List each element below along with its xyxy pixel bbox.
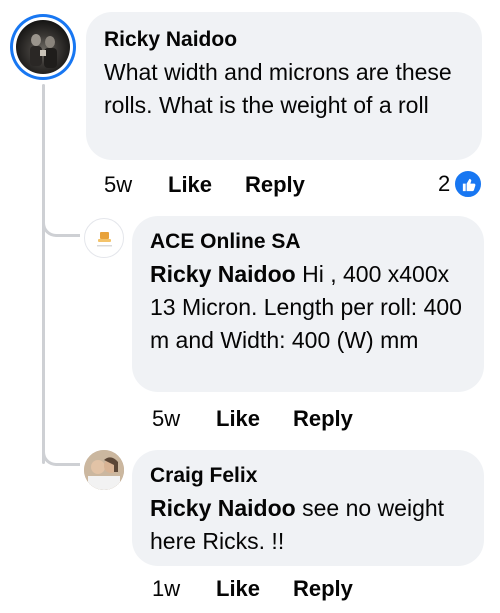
comment-author[interactable]: Ricky Naidoo (104, 26, 464, 54)
comment-bubble-2: ACE Online SA Ricky Naidoo Hi , 400 x400… (132, 216, 484, 392)
like-thumb-icon (453, 169, 484, 199)
comment-actions-1: 5w Like Reply (104, 172, 344, 200)
like-button[interactable]: Like (216, 576, 260, 602)
thread-line (42, 84, 45, 464)
thread-branch-reply-2 (42, 446, 80, 466)
comment-text: Ricky Naidoo Hi , 400 x400x 13 Micron. L… (150, 258, 466, 357)
comment-timestamp[interactable]: 1w (152, 576, 180, 602)
comment-bubble-1: Ricky Naidoo What width and microns are … (86, 12, 482, 160)
comment-text: Ricky Naidoo see no weight here Ricks. !… (150, 492, 466, 558)
comment-thread: Ricky Naidoo What width and microns are … (0, 0, 500, 613)
comment-timestamp[interactable]: 5w (104, 172, 132, 198)
comment-text: What width and microns are these rolls. … (104, 59, 452, 118)
reaction-count: 2 (438, 171, 451, 196)
avatar-ace-online-sa[interactable] (84, 218, 124, 258)
avatar-craig-felix[interactable] (84, 450, 124, 490)
mention-link[interactable]: Ricky Naidoo (150, 495, 296, 521)
comment-bubble-3: Craig Felix Ricky Naidoo see no weight h… (132, 450, 484, 566)
like-button[interactable]: Like (168, 172, 212, 198)
reply-button[interactable]: Reply (245, 172, 305, 198)
comment-actions-2: 5w Like Reply (152, 406, 392, 434)
avatar-ricky-naidoo[interactable] (10, 14, 76, 80)
comment-author[interactable]: Craig Felix (150, 462, 466, 490)
reply-button[interactable]: Reply (293, 406, 353, 432)
thread-branch-reply-1 (42, 217, 80, 237)
reply-button[interactable]: Reply (293, 576, 353, 602)
comment-timestamp[interactable]: 5w (152, 406, 180, 432)
reaction-summary[interactable]: 2 (438, 169, 484, 199)
like-button[interactable]: Like (216, 406, 260, 432)
comment-author[interactable]: ACE Online SA (150, 228, 466, 256)
comment-actions-3: 1w Like Reply (152, 576, 392, 604)
mention-link[interactable]: Ricky Naidoo (150, 261, 296, 287)
